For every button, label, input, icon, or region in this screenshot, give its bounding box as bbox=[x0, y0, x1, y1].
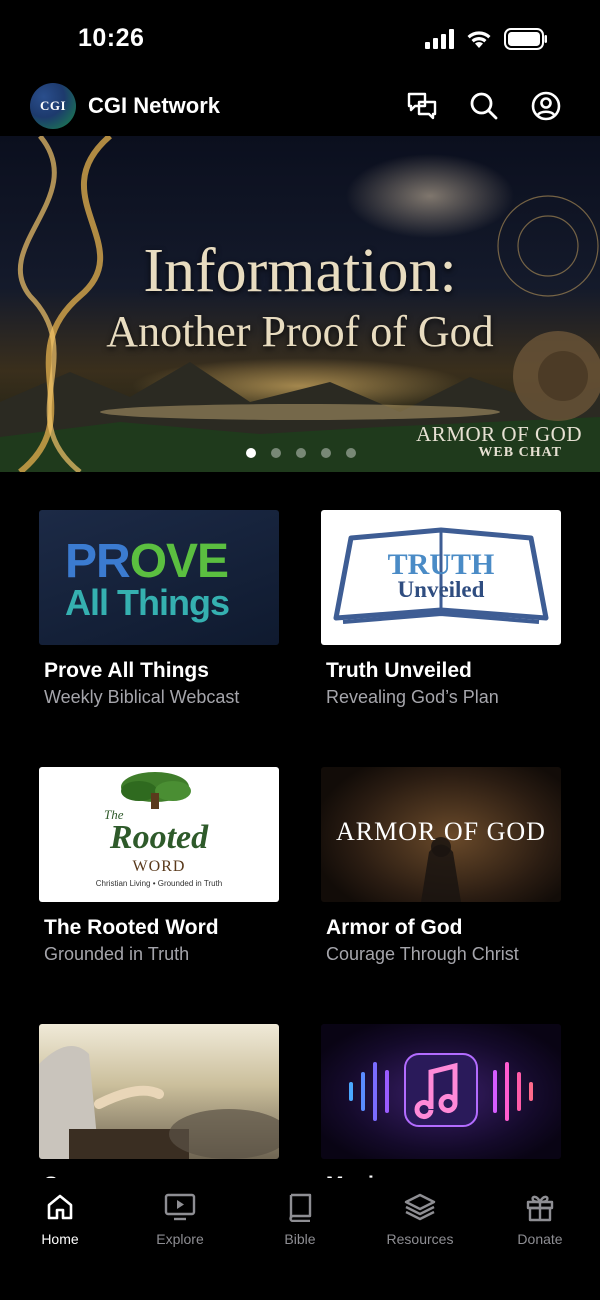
program-thumbnail: PROVE All Things bbox=[39, 510, 279, 645]
music-note-icon bbox=[349, 1053, 533, 1127]
carousel-dot[interactable] bbox=[246, 448, 256, 458]
status-icons bbox=[425, 28, 548, 50]
search-button[interactable] bbox=[468, 90, 500, 122]
battery-icon bbox=[504, 28, 547, 50]
app-logo[interactable]: CGI bbox=[30, 83, 76, 129]
speaker-podium-image bbox=[39, 1046, 279, 1159]
program-card-sermons[interactable]: Sermons bbox=[39, 1024, 279, 1197]
chat-icon bbox=[407, 92, 437, 120]
hero-title-line2: Another Proof of God bbox=[106, 307, 494, 356]
nav-item-resources[interactable]: Resources bbox=[360, 1192, 480, 1300]
chat-button[interactable] bbox=[406, 90, 438, 122]
book-icon bbox=[289, 1193, 312, 1222]
hero-title-line1: Information: bbox=[143, 237, 457, 305]
program-title: Truth Unveiled bbox=[326, 659, 472, 682]
profile-icon bbox=[531, 91, 561, 121]
program-thumbnail bbox=[321, 1024, 561, 1159]
hero-brand: ARMOR OF GOD WEB CHAT bbox=[416, 422, 582, 461]
thumbnail-text: Rooted bbox=[109, 819, 209, 856]
carousel-dot[interactable] bbox=[271, 448, 281, 458]
status-time: 10:26 bbox=[78, 24, 145, 52]
tv-icon bbox=[164, 1193, 196, 1221]
layers-icon bbox=[404, 1193, 436, 1221]
status-bar: 10:26 bbox=[0, 0, 600, 80]
nav-item-donate[interactable]: Donate bbox=[480, 1192, 600, 1300]
app-title: CGI Network bbox=[88, 93, 221, 118]
program-subtitle: Grounded in Truth bbox=[44, 944, 190, 964]
search-icon bbox=[470, 92, 498, 120]
thumbnail-text: WORD bbox=[132, 858, 186, 875]
bottom-nav: Home Explore Bible Resources Donate bbox=[0, 1178, 600, 1300]
thumbnail-text: ARMOR OF GOD bbox=[336, 817, 546, 846]
program-thumbnail: ARMOR OF GOD bbox=[321, 767, 561, 902]
carousel-dot[interactable] bbox=[296, 448, 306, 458]
program-thumbnail: TRUTH Unveiled bbox=[321, 510, 561, 645]
nav-label: Home bbox=[41, 1231, 79, 1247]
nav-item-bible[interactable]: Bible bbox=[240, 1192, 360, 1300]
program-card-prove-all-things[interactable]: PROVE All Things Prove All Things Weekly… bbox=[39, 510, 279, 708]
program-card-music[interactable]: Music bbox=[321, 1024, 561, 1197]
thumbnail-text: Unveiled bbox=[397, 577, 485, 602]
nav-item-explore[interactable]: Explore bbox=[120, 1192, 240, 1300]
wifi-icon bbox=[467, 31, 491, 48]
program-card-armor-of-god[interactable]: ARMOR OF GOD Armor of God Courage Throug… bbox=[321, 767, 561, 965]
hero-brand-line1: ARMOR OF GOD bbox=[416, 422, 582, 446]
thumbnail-text: Christian Living • Grounded in Truth bbox=[95, 879, 223, 888]
nav-label: Donate bbox=[517, 1231, 563, 1247]
carousel-dots bbox=[246, 448, 356, 458]
program-thumbnail: The Rooted WORD Christian Living • Groun… bbox=[39, 767, 279, 902]
thumbnail-text: All Things bbox=[65, 582, 230, 623]
nav-label: Resources bbox=[386, 1231, 454, 1247]
program-thumbnail bbox=[39, 1024, 279, 1159]
nav-label: Bible bbox=[284, 1231, 316, 1247]
header-actions bbox=[406, 90, 562, 122]
program-title: Armor of God bbox=[326, 916, 463, 939]
cellular-signal-icon bbox=[425, 29, 454, 49]
gift-icon bbox=[526, 1195, 554, 1222]
profile-button[interactable] bbox=[530, 90, 562, 122]
program-subtitle: Weekly Biblical Webcast bbox=[44, 687, 240, 707]
thumbnail-text: PROVE bbox=[65, 535, 229, 588]
carousel-dot[interactable] bbox=[321, 448, 331, 458]
program-card-rooted-word[interactable]: The Rooted WORD Christian Living • Groun… bbox=[39, 767, 279, 965]
program-title: The Rooted Word bbox=[44, 916, 219, 939]
nav-item-home[interactable]: Home bbox=[0, 1192, 120, 1300]
hero-brand-line2: WEB CHAT bbox=[478, 445, 562, 460]
program-card-truth-unveiled[interactable]: TRUTH Unveiled Truth Unveiled Revealing … bbox=[321, 510, 561, 708]
home-icon bbox=[47, 1194, 73, 1220]
hero-banner[interactable]: Information: Another Proof of God ARMOR … bbox=[0, 136, 600, 472]
program-title: Prove All Things bbox=[44, 659, 209, 682]
program-subtitle: Courage Through Christ bbox=[326, 944, 519, 964]
nav-label: Explore bbox=[156, 1231, 204, 1247]
program-subtitle: Revealing God’s Plan bbox=[326, 687, 499, 707]
app-header: CGI CGI Network bbox=[0, 78, 600, 136]
carousel-dot[interactable] bbox=[346, 448, 356, 458]
